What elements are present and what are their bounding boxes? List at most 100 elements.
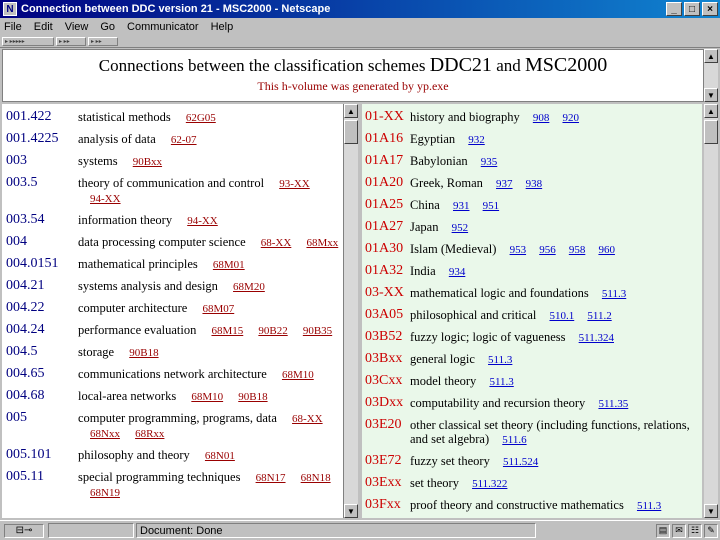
list-item: 03E20 other classical set theory (includi… [362, 418, 702, 447]
mapping-link[interactable]: 934 [449, 266, 466, 278]
menu-go[interactable]: Go [100, 21, 115, 33]
mapping-link[interactable]: 68N18 [301, 472, 331, 484]
menu-communicator[interactable]: Communicator [127, 21, 199, 33]
mapping-link[interactable]: 68N01 [205, 450, 235, 462]
scroll-thumb[interactable] [704, 120, 718, 144]
mapping-link[interactable]: 931 [453, 200, 470, 212]
mapping-link[interactable]: 511.3 [602, 288, 626, 300]
minimize-button[interactable]: _ [666, 2, 682, 16]
class-label: computability and recursion theory [410, 396, 586, 410]
header-scrollbar[interactable]: ▲ ▼ [704, 49, 718, 102]
mapping-link[interactable]: 68M10 [191, 391, 223, 403]
list-item: 03Cxx model theory 511.3 [362, 374, 702, 389]
mapping-link[interactable]: 511.35 [598, 398, 628, 410]
mapping-link[interactable]: 90B22 [258, 325, 287, 337]
toolbar-grip-personal[interactable]: ▸ ▸▸ [88, 37, 118, 46]
mapping-link[interactable]: 68Nxx [90, 428, 120, 440]
component-bar-icon[interactable]: ▤ [656, 523, 670, 538]
mapping-link[interactable]: 68M10 [282, 369, 314, 381]
maximize-button[interactable]: □ [684, 2, 700, 16]
mapping-link[interactable]: 920 [562, 112, 579, 124]
mapping-link[interactable]: 68N17 [256, 472, 286, 484]
mapping-link[interactable]: 908 [533, 112, 550, 124]
mapping-link[interactable]: 510.1 [549, 310, 574, 322]
menu-edit[interactable]: Edit [34, 21, 53, 33]
mapping-link[interactable]: 90B18 [129, 347, 158, 359]
mail-icon[interactable]: ✉ [672, 523, 686, 538]
mapping-link[interactable]: 511.6 [502, 434, 526, 446]
msc-scrollbar[interactable]: ▲ ▼ [704, 104, 718, 518]
mapping-link[interactable]: 62-07 [171, 134, 197, 146]
composer-icon[interactable]: ✎ [704, 523, 718, 538]
mapping-link[interactable]: 511.3 [488, 354, 512, 366]
mapping-link[interactable]: 511.322 [472, 478, 507, 490]
ddc-scrollbar[interactable]: ▲ ▼ [344, 104, 358, 518]
mapping-link[interactable]: 932 [468, 134, 485, 146]
discussion-icon[interactable]: ☷ [688, 523, 702, 538]
mapping-link[interactable]: 958 [569, 244, 586, 256]
class-description: communications network architecture 68M1… [78, 367, 343, 382]
mapping-link[interactable]: 68-XX [292, 413, 323, 425]
scroll-up-icon[interactable]: ▲ [704, 104, 718, 118]
title-prefix: Connections between the classification s… [98, 56, 426, 75]
toolbar-grip-location[interactable]: ▸ ▸▸ [56, 37, 86, 46]
list-item: 03Dxx computability and recursion theory … [362, 396, 702, 411]
scroll-up-icon[interactable]: ▲ [704, 49, 718, 63]
mapping-link[interactable]: 511.324 [579, 332, 614, 344]
class-code: 004 [6, 234, 27, 249]
scroll-thumb[interactable] [344, 120, 358, 144]
toolbar-grip-navigation[interactable]: ▸ ▸▸▸▸▸ [2, 37, 54, 46]
mapping-link[interactable]: 68N19 [90, 487, 120, 499]
mapping-link[interactable]: 935 [481, 156, 498, 168]
scroll-up-icon[interactable]: ▲ [344, 104, 358, 118]
page-subtitle: This h-volume was generated by yp.exe [257, 79, 449, 93]
mapping-link[interactable]: 94-XX [90, 193, 121, 205]
list-item: 01A20 Greek, Roman 937 938 [362, 176, 702, 191]
mapping-link[interactable]: 952 [452, 222, 469, 234]
class-code: 01A32 [365, 263, 404, 278]
mapping-link[interactable]: 68Rxx [135, 428, 164, 440]
mapping-link[interactable]: 956 [539, 244, 556, 256]
mapping-link[interactable]: 90B35 [303, 325, 332, 337]
mapping-link[interactable]: 951 [483, 200, 500, 212]
class-label: general logic [410, 352, 475, 366]
mapping-link[interactable]: 68M15 [211, 325, 243, 337]
mapping-link[interactable]: 62G05 [186, 112, 216, 124]
mapping-link[interactable]: 68M07 [202, 303, 234, 315]
mapping-link[interactable]: 90B18 [238, 391, 267, 403]
mapping-link[interactable]: 960 [598, 244, 615, 256]
mapping-link[interactable]: 937 [496, 178, 513, 190]
mapping-link[interactable]: 90Bxx [133, 156, 162, 168]
mapping-link[interactable]: 511.2 [587, 310, 611, 322]
mapping-link[interactable]: 511.3 [489, 376, 513, 388]
mapping-link[interactable]: 953 [510, 244, 527, 256]
class-label: Islam (Medieval) [410, 242, 497, 256]
close-button[interactable]: × [702, 2, 718, 16]
status-bar: ⊟⊸ Document: Done ▤ ✉ ☷ ✎ [0, 520, 720, 540]
list-item: 003.5 theory of communication and control… [2, 176, 343, 206]
class-label: philosophy and theory [78, 448, 190, 462]
security-lock-icon[interactable]: ⊟⊸ [4, 523, 44, 538]
scroll-down-icon[interactable]: ▼ [344, 504, 358, 518]
list-item: 004.21 systems analysis and design 68M20 [2, 279, 343, 294]
class-description: systems analysis and design 68M20 [78, 279, 343, 294]
class-description: philosophy and theory 68N01 [78, 448, 343, 463]
mapping-link[interactable]: 68Mxx [306, 237, 338, 249]
mapping-link[interactable]: 938 [526, 178, 543, 190]
mapping-link[interactable]: 68M01 [213, 259, 245, 271]
class-code: 01-XX [365, 109, 404, 124]
menu-file[interactable]: File [4, 21, 22, 33]
scroll-down-icon[interactable]: ▼ [704, 88, 718, 102]
mapping-link[interactable]: 93-XX [279, 178, 310, 190]
mapping-link[interactable]: 68M20 [233, 281, 265, 293]
mapping-link[interactable]: 511.524 [503, 456, 538, 468]
menu-help[interactable]: Help [211, 21, 234, 33]
menu-view[interactable]: View [65, 21, 89, 33]
scroll-down-icon[interactable]: ▼ [704, 504, 718, 518]
mapping-link[interactable]: 68-XX [261, 237, 292, 249]
list-item: 005.101 philosophy and theory 68N01 [2, 448, 343, 463]
mapping-link[interactable]: 511.3 [637, 500, 661, 512]
class-label: history and biography [410, 110, 520, 124]
class-description: Japan 952 [410, 220, 702, 235]
mapping-link[interactable]: 94-XX [187, 215, 218, 227]
